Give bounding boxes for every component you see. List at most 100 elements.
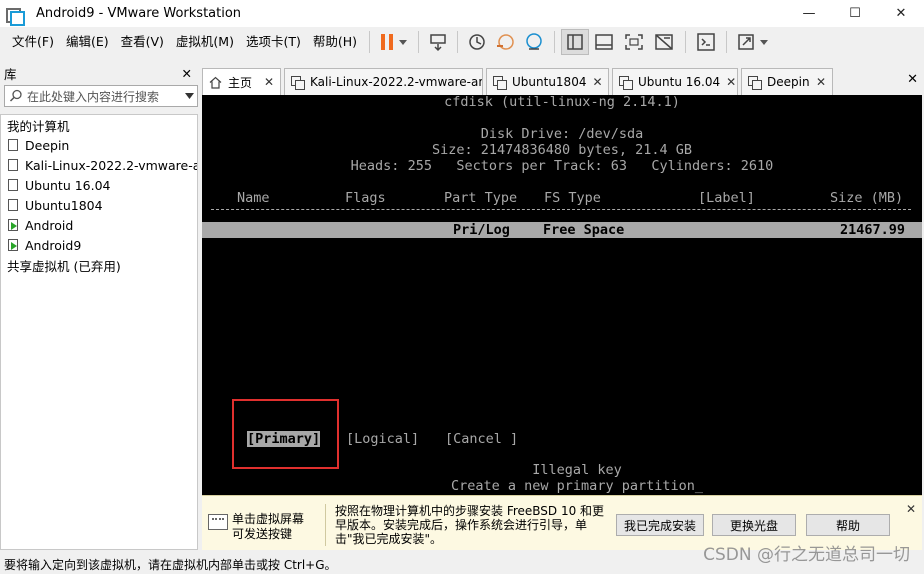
snapshot-manager-button[interactable] (520, 29, 548, 55)
col-label: [Label] (698, 190, 755, 206)
menu-toolbar: 文件(F) 编辑(E) 查看(V) 虚拟机(M) 选项卡(T) 帮助(H) (0, 27, 924, 57)
console-view-icon (697, 33, 715, 51)
search-icon (5, 89, 27, 103)
hint-install-text: 按照在物理计算机中的步骤安装 FreeBSD 10 和更早版本。安装完成后，操作… (335, 504, 605, 546)
snapshot-button[interactable] (464, 29, 492, 55)
unity-icon (655, 34, 673, 50)
tab-ubuntu1804[interactable]: Ubuntu1804 ✕ (486, 68, 609, 95)
console-disk-size: Size: 21474836480 bytes, 21.4 GB (431, 142, 693, 158)
unity-button[interactable] (649, 29, 679, 55)
chevron-down-icon[interactable] (181, 93, 197, 99)
tree-item-android[interactable]: Android (1, 215, 197, 235)
tree-item-deepin[interactable]: Deepin (1, 135, 197, 155)
vm-icon (8, 139, 18, 151)
tree-item-label: Kali-Linux-2022.2-vmware-am (25, 157, 198, 173)
menu-file[interactable]: 文件(F) (6, 27, 60, 57)
vm-icon (493, 75, 507, 90)
home-icon (209, 76, 222, 89)
help-button[interactable]: 帮助 (806, 514, 890, 536)
title-bar: Android9 - VMware Workstation — ☐ ✕ (0, 0, 924, 27)
tree-item-kali[interactable]: Kali-Linux-2022.2-vmware-am (1, 155, 197, 175)
finished-install-button[interactable]: 我已完成安装 (616, 514, 704, 536)
tree-item-label: Android9 (25, 237, 82, 253)
full-screen-button[interactable] (619, 29, 649, 55)
col-part-type: Part Type (444, 190, 518, 206)
row-fs-type: Free Space (543, 222, 625, 238)
tree-item-label: 共享虚拟机 (已弃用) (7, 258, 121, 274)
tree-root-label: 我的计算机 (7, 118, 70, 134)
close-tab-icon[interactable]: ✕ (907, 72, 918, 87)
col-name: Name (237, 190, 270, 206)
watermark: CSDN @行之无道总司一切 (703, 545, 910, 565)
menu-help[interactable]: 帮助(H) (307, 27, 363, 57)
tree-shared-vms[interactable]: 共享虚拟机 (已弃用) (1, 255, 197, 275)
change-disc-button[interactable]: 更换光盘 (712, 514, 796, 536)
library-search-box[interactable]: 在此处键入内容进行搜索 (4, 85, 198, 107)
close-icon[interactable]: ✕ (586, 75, 602, 89)
pause-button[interactable] (376, 29, 412, 55)
maximize-icon[interactable]: ☐ (832, 0, 878, 27)
thumbnail-bar-button[interactable] (589, 29, 619, 55)
toolbar-separator (726, 31, 728, 53)
tab-deepin[interactable]: Deepin ✕ (741, 68, 833, 95)
menu-edit[interactable]: 编辑(E) (60, 27, 115, 57)
tab-label: 主页 (228, 75, 253, 90)
vm-icon (748, 75, 762, 90)
cancel-option[interactable]: [Cancel ] (445, 431, 518, 447)
highlight-annotation-box (232, 399, 339, 469)
close-icon[interactable]: ✕ (878, 0, 924, 27)
menu-vm[interactable]: 虚拟机(M) (170, 27, 240, 57)
console-view-button[interactable] (692, 29, 720, 55)
library-panel-icon (567, 34, 583, 50)
library-title: 库 (4, 66, 17, 82)
vm-icon (619, 75, 633, 90)
search-input[interactable]: 在此处键入内容进行搜索 (27, 88, 181, 105)
close-icon[interactable]: ✕ (258, 75, 274, 89)
menu-tabs[interactable]: 选项卡(T) (240, 27, 307, 57)
snapshot-manager-icon (526, 33, 542, 50)
revert-snapshot-icon (497, 34, 514, 50)
console-help-text: Create a new primary partition_ (451, 478, 703, 494)
stretch-guest-button[interactable] (733, 29, 775, 55)
tree-item-android9[interactable]: Android9 (1, 235, 197, 255)
snapshot-clock-icon (469, 34, 485, 50)
header-divider (211, 209, 911, 221)
toolbar-separator (554, 31, 556, 53)
keyboard-screen-icon (208, 514, 228, 530)
close-icon[interactable]: ✕ (720, 75, 736, 89)
tree-item-ubuntu1804[interactable]: Ubuntu1804 (1, 195, 197, 215)
vmware-logo-icon (6, 6, 25, 26)
tab-label: Ubuntu 16.04 (638, 75, 721, 89)
tab-ubuntu1604[interactable]: Ubuntu 16.04 ✕ (612, 68, 738, 95)
library-close-icon[interactable]: ✕ (182, 66, 192, 81)
tab-home[interactable]: 主页 ✕ (202, 68, 281, 95)
window-controls: — ☐ ✕ (786, 0, 924, 27)
console-disk-drive: Disk Drive: /dev/sda (480, 126, 644, 142)
console-title: cfdisk (util-linux-ng 2.14.1) (444, 95, 680, 110)
keyboard-send-icon (430, 34, 446, 52)
show-library-button[interactable] (561, 29, 590, 55)
pause-icon (381, 34, 408, 50)
partition-row-selected[interactable]: Pri/Log Free Space 21467.99 (202, 222, 922, 238)
row-part-type: Pri/Log (453, 222, 510, 238)
tree-item-ubuntu1604[interactable]: Ubuntu 16.04 (1, 175, 197, 195)
tree-root-my-computer[interactable]: 我的计算机 (1, 115, 197, 135)
stretch-display-icon (738, 34, 769, 50)
revert-snapshot-button[interactable] (492, 29, 520, 55)
minimize-icon[interactable]: — (786, 0, 832, 27)
library-header: 库 ✕ (0, 62, 198, 84)
close-icon[interactable]: ✕ (906, 502, 916, 516)
close-icon[interactable]: ✕ (810, 75, 826, 89)
full-screen-icon (625, 34, 643, 50)
hint-divider (325, 504, 326, 546)
send-ctrl-alt-del-button[interactable] (425, 29, 451, 55)
toolbar-separator (369, 31, 371, 53)
tab-kali[interactable]: Kali-Linux-2022.2-vmware-am... ✕ (284, 68, 483, 95)
logical-option[interactable]: [Logical] (346, 431, 419, 447)
menu-view[interactable]: 查看(V) (115, 27, 170, 57)
thumbnail-bar-icon (595, 34, 613, 50)
vm-running-icon (8, 219, 18, 231)
vm-icon (291, 75, 305, 90)
vm-icon (8, 199, 18, 211)
col-flags: Flags (345, 190, 386, 206)
